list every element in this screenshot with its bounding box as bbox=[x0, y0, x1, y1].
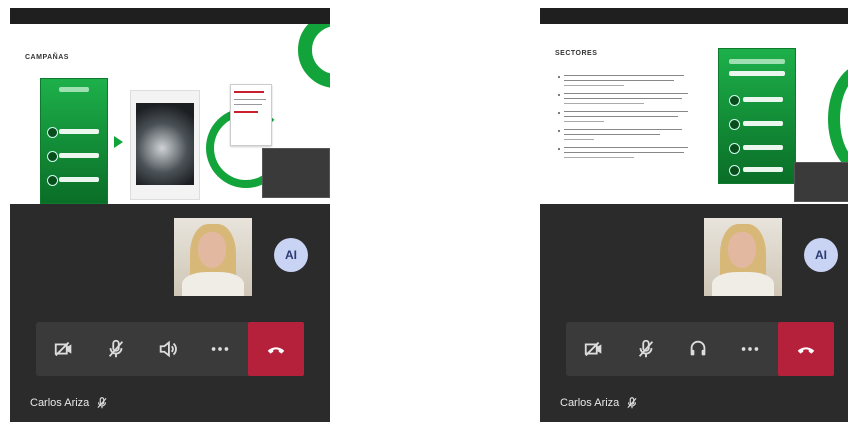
slide-title: CAMPAÑAS bbox=[25, 54, 69, 61]
slide-bullet-list bbox=[558, 74, 698, 164]
list-item bbox=[558, 92, 698, 106]
status-bar bbox=[10, 8, 330, 24]
camera-off-icon bbox=[54, 341, 72, 357]
participant-name: Carlos Ariza bbox=[560, 397, 620, 409]
participant-name-row: Carlos Ariza bbox=[30, 396, 109, 410]
hang-up-icon bbox=[267, 347, 285, 354]
app-mockup-card bbox=[40, 78, 108, 204]
speaker-icon bbox=[159, 340, 177, 358]
list-item bbox=[558, 110, 698, 124]
participant-name: Carlos Ariza bbox=[30, 397, 90, 409]
self-view-preview bbox=[794, 162, 848, 202]
call-screen-right: SECTORES AI Carlos Ariza bbox=[540, 8, 848, 422]
speaker-button[interactable] bbox=[142, 322, 194, 376]
more-icon bbox=[211, 347, 229, 351]
avatar[interactable]: AI bbox=[804, 238, 838, 272]
list-item bbox=[558, 128, 698, 142]
menu-dot-icon bbox=[47, 127, 58, 138]
call-screen-left: CAMPAÑAS AI Carlos Ariza bbox=[10, 8, 330, 422]
menu-dot-icon bbox=[47, 151, 58, 162]
document-thumbnail bbox=[230, 84, 272, 146]
app-mockup-card bbox=[718, 48, 796, 184]
mic-off-icon bbox=[97, 397, 107, 409]
camera-off-button[interactable] bbox=[38, 322, 90, 376]
menu-dot-icon bbox=[729, 143, 740, 154]
video-area bbox=[10, 204, 330, 422]
mute-button[interactable] bbox=[620, 322, 672, 376]
hang-up-button[interactable] bbox=[248, 322, 304, 376]
mute-button[interactable] bbox=[90, 322, 142, 376]
participant-name-row: Carlos Ariza bbox=[560, 396, 639, 410]
headset-icon bbox=[690, 340, 706, 356]
hang-up-icon bbox=[797, 347, 815, 354]
arrow-right-icon bbox=[114, 136, 123, 148]
headset-button[interactable] bbox=[672, 322, 724, 376]
menu-dot-icon bbox=[47, 175, 58, 186]
decorative-green-arc bbox=[298, 24, 330, 88]
video-area bbox=[540, 204, 848, 422]
more-icon bbox=[741, 347, 759, 351]
call-controls bbox=[566, 322, 834, 376]
more-options-button[interactable] bbox=[724, 322, 776, 376]
slide-title: SECTORES bbox=[555, 50, 598, 57]
status-bar bbox=[540, 8, 848, 24]
list-item bbox=[558, 74, 698, 88]
magazine-image bbox=[130, 90, 200, 200]
camera-off-icon bbox=[584, 341, 602, 357]
avatar[interactable]: AI bbox=[274, 238, 308, 272]
menu-dot-icon bbox=[729, 119, 740, 130]
menu-dot-icon bbox=[729, 95, 740, 106]
decorative-green-arc bbox=[828, 64, 848, 174]
call-controls bbox=[36, 322, 304, 376]
mic-off-icon bbox=[108, 339, 124, 358]
list-item bbox=[558, 146, 698, 160]
participant-video[interactable] bbox=[174, 218, 252, 296]
hang-up-button[interactable] bbox=[778, 322, 834, 376]
camera-off-button[interactable] bbox=[568, 322, 620, 376]
more-options-button[interactable] bbox=[194, 322, 246, 376]
participant-video[interactable] bbox=[704, 218, 782, 296]
shared-slide: SECTORES bbox=[540, 24, 848, 204]
menu-dot-icon bbox=[729, 165, 740, 176]
self-view-preview bbox=[262, 148, 330, 198]
mic-off-icon bbox=[627, 397, 637, 409]
mic-off-icon bbox=[638, 339, 654, 358]
shared-slide: CAMPAÑAS bbox=[10, 24, 330, 204]
